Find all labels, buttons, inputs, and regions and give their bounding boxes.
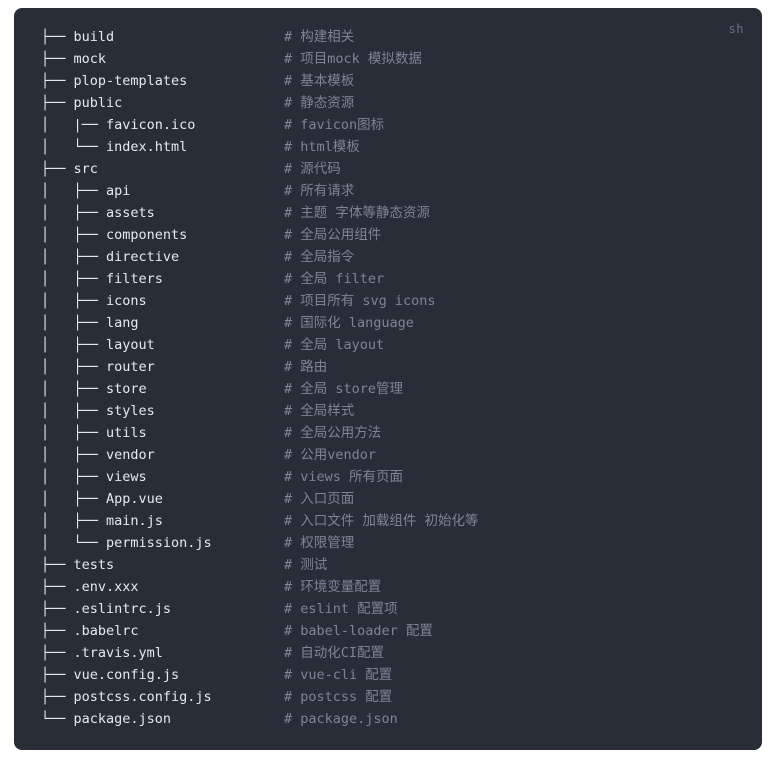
code-line: └── package.json # package.json [41,708,754,730]
tree-entry-comment: # 测试 [284,557,328,573]
tree-entry: └── package.json [41,711,172,727]
tree-entry-comment: # 国际化 language [284,315,414,331]
tree-entry: ├── postcss.config.js [41,689,212,705]
tree-entry-comment: # html模板 [284,139,360,155]
tree-entry: │ └── permission.js [41,535,212,551]
tree-entry-comment: # 路由 [284,359,328,375]
tree-entry: ├── plop-templates [41,73,188,89]
code-line: │ ├── lang # 国际化 language [41,312,754,334]
tree-entry: │ ├── filters [41,271,163,287]
code-line: │ ├── assets # 主题 字体等静态资源 [41,202,754,224]
tree-entry: ├── src [41,161,98,177]
code-line: │ ├── store # 全局 store管理 [41,378,754,400]
code-line: ├── mock # 项目mock 模拟数据 [41,48,754,70]
code-line: ├── plop-templates # 基本模板 [41,70,754,92]
tree-entry: │ ├── utils [41,425,147,441]
tree-entry-comment: # 主题 字体等静态资源 [284,205,430,221]
code-line: ├── tests # 测试 [41,554,754,576]
tree-entry-comment: # 权限管理 [284,535,355,551]
code-line: ├── postcss.config.js # postcss 配置 [41,686,754,708]
code-line: │ ├── router # 路由 [41,356,754,378]
code-line: ├── .travis.yml # 自动化CI配置 [41,642,754,664]
tree-entry: ├── .env.xxx [41,579,139,595]
code-line: │ ├── filters # 全局 filter [41,268,754,290]
tree-entry: │ ├── router [41,359,155,375]
code-line: ├── .eslintrc.js # eslint 配置项 [41,598,754,620]
code-line: │ └── permission.js # 权限管理 [41,532,754,554]
code-line: ├── build # 构建相关 [41,26,754,48]
tree-entry-comment: # 公用vendor [284,447,377,463]
tree-entry-comment: # 基本模板 [284,73,355,89]
tree-entry-comment: # 所有请求 [284,183,355,199]
tree-entry-comment: # 入口页面 [284,491,355,507]
tree-entry-comment: # favicon图标 [284,117,385,133]
tree-entry-comment: # 环境变量配置 [284,579,382,595]
tree-entry: │ ├── App.vue [41,491,163,507]
tree-entry: │ |── favicon.ico [41,117,196,133]
tree-entry: │ ├── lang [41,315,139,331]
tree-entry-comment: # 全局 layout [284,337,385,353]
tree-entry: │ ├── layout [41,337,155,353]
tree-entry: │ ├── components [41,227,188,243]
tree-entry: │ ├── assets [41,205,155,221]
tree-entry: ├── .babelrc [41,623,139,639]
tree-entry: ├── .eslintrc.js [41,601,172,617]
code-lines-container: ├── build # 构建相关 ├── mock # 项目mock 模拟数据 ├── … [41,26,754,730]
tree-entry: ├── build [41,29,115,45]
tree-entry-comment: # babel-loader 配置 [284,623,433,639]
code-line: ├── public # 静态资源 [41,92,754,114]
tree-entry: │ ├── icons [41,293,147,309]
tree-entry-comment: # package.json [284,711,398,727]
code-line: │ ├── components # 全局公用组件 [41,224,754,246]
tree-entry-comment: # 全局公用组件 [284,227,382,243]
tree-entry-comment: # 项目所有 svg icons [284,293,436,309]
code-line: ├── vue.config.js # vue-cli 配置 [41,664,754,686]
tree-entry: ├── .travis.yml [41,645,163,661]
code-line: │ ├── main.js # 入口文件 加载组件 初始化等 [41,510,754,532]
code-line: │ ├── views # views 所有页面 [41,466,754,488]
code-line: │ ├── directive # 全局指令 [41,246,754,268]
code-line: │ ├── utils # 全局公用方法 [41,422,754,444]
code-line: │ └── index.html # html模板 [41,136,754,158]
code-line: │ ├── layout # 全局 layout [41,334,754,356]
tree-entry-comment: # 自动化CI配置 [284,645,385,661]
tree-entry: │ ├── store [41,381,147,397]
tree-entry-comment: # 全局 store管理 [284,381,404,397]
tree-entry-comment: # 静态资源 [284,95,355,111]
code-line: │ ├── styles # 全局样式 [41,400,754,422]
tree-entry-comment: # eslint 配置项 [284,601,398,617]
tree-entry-comment: # 项目mock 模拟数据 [284,51,422,67]
code-line: ├── .babelrc # babel-loader 配置 [41,620,754,642]
code-line: │ ├── App.vue # 入口页面 [41,488,754,510]
tree-entry: ├── public [41,95,123,111]
tree-entry-comment: # 全局公用方法 [284,425,382,441]
tree-entry: │ ├── styles [41,403,155,419]
tree-entry-comment: # 构建相关 [284,29,355,45]
tree-entry-comment: # postcss 配置 [284,689,393,705]
tree-entry: │ ├── main.js [41,513,163,529]
tree-entry-comment: # vue-cli 配置 [284,667,393,683]
tree-entry: │ ├── api [41,183,131,199]
tree-entry-comment: # 源代码 [284,161,341,177]
tree-entry: │ ├── views [41,469,147,485]
tree-entry: ├── tests [41,557,115,573]
tree-entry-comment: # views 所有页面 [284,469,404,485]
code-block: sh ├── build # 构建相关 ├── mock # 项目mock 模拟数据 ├… [14,8,762,750]
code-line: ├── src # 源代码 [41,158,754,180]
code-line: │ ├── icons # 项目所有 svg icons [41,290,754,312]
code-line: │ ├── vendor # 公用vendor [41,444,754,466]
tree-entry: │ ├── vendor [41,447,155,463]
tree-entry: │ └── index.html [41,139,188,155]
code-line: │ ├── api # 所有请求 [41,180,754,202]
code-line: ├── .env.xxx # 环境变量配置 [41,576,754,598]
tree-entry: ├── mock [41,51,107,67]
tree-entry: │ ├── directive [41,249,180,265]
tree-entry-comment: # 全局指令 [284,249,355,265]
tree-entry-comment: # 入口文件 加载组件 初始化等 [284,513,479,529]
code-line: │ |── favicon.ico # favicon图标 [41,114,754,136]
tree-entry: ├── vue.config.js [41,667,180,683]
tree-entry-comment: # 全局 filter [284,271,385,287]
tree-entry-comment: # 全局样式 [284,403,355,419]
